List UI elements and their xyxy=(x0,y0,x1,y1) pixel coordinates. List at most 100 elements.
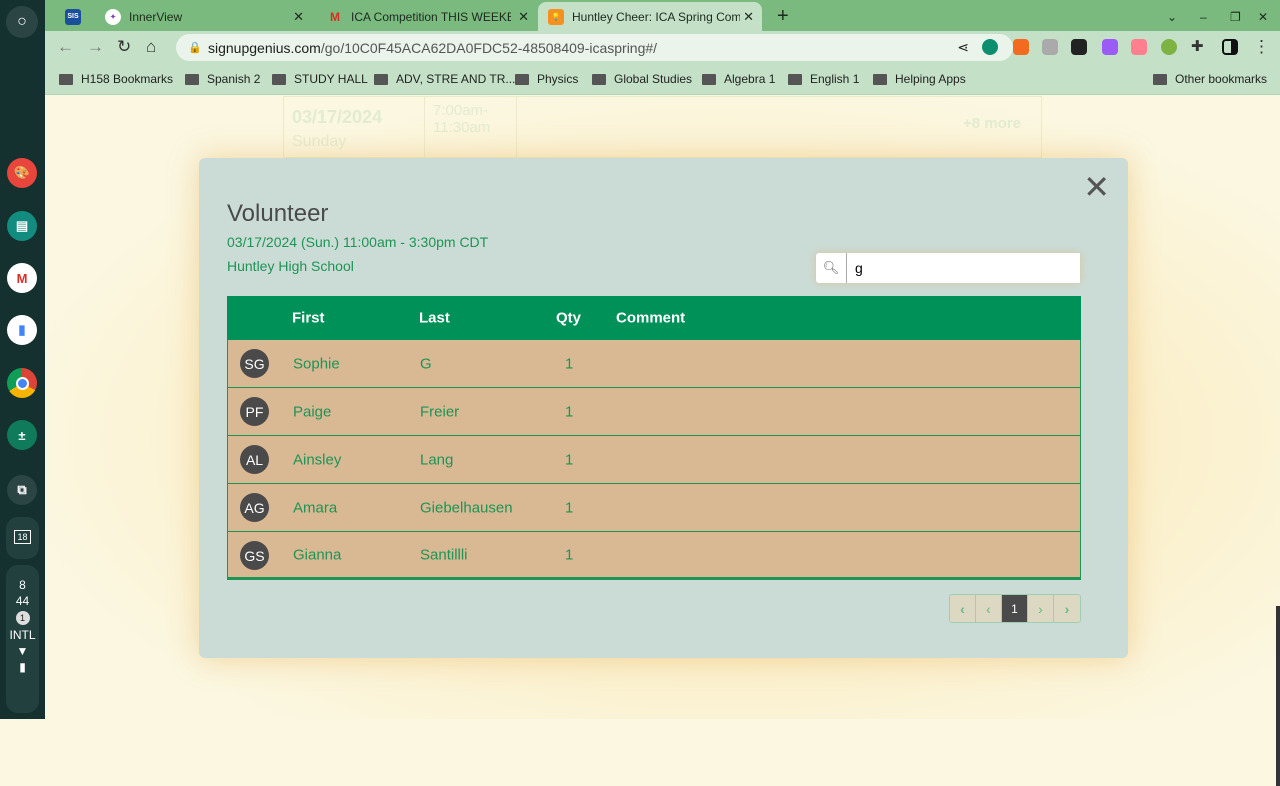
signupgenius-favicon: 💡 xyxy=(548,8,564,25)
last-name: Giebelhausen xyxy=(420,499,513,516)
browser-toolbar: ← → ↻ ⌂ 🔒 signupgenius.com/go/10C0F45ACA… xyxy=(45,31,1280,63)
bookmark-folder[interactable]: STUDY HALL xyxy=(272,72,368,86)
other-bookmarks[interactable]: Other bookmarks xyxy=(1153,72,1267,86)
url-domain: signupgenius.com xyxy=(208,39,321,56)
col-qty: Qty xyxy=(556,309,582,327)
launcher-button[interactable]: ○ xyxy=(6,6,38,38)
close-window-button[interactable]: ✕ xyxy=(1248,2,1278,31)
tab-signupgenius[interactable]: 💡 Huntley Cheer: ICA Spring Comp ✕ xyxy=(538,2,762,31)
tab-search-icon[interactable]: ⌄ xyxy=(1157,2,1187,31)
first-name: Paige xyxy=(293,403,332,420)
status-tray[interactable]: 8 44 1 INTL ▼ ▮ xyxy=(6,565,39,713)
extension-icon[interactable] xyxy=(1042,39,1058,55)
table-row: AG Amara Giebelhausen 1 xyxy=(227,484,1081,532)
bookmark-folder-icon xyxy=(59,73,73,85)
wifi-icon: ▼ xyxy=(16,644,29,658)
search-input[interactable] xyxy=(847,253,1080,283)
calculator-app-icon[interactable]: ± xyxy=(7,420,37,450)
last-page-button[interactable]: › xyxy=(1054,595,1080,622)
pagination: ‹ ‹ 1 › › xyxy=(949,594,1081,623)
background-slot-table: 03/17/2024 Sunday 7:00am-11:30am +8 more xyxy=(283,96,1042,159)
restore-button[interactable]: ❐ xyxy=(1220,2,1251,31)
first-page-button[interactable]: ‹ xyxy=(950,595,976,622)
bookmark-h158[interactable]: H158 Bookmarks xyxy=(59,72,173,86)
first-name: Sophie xyxy=(293,355,340,372)
home-button[interactable]: ⌂ xyxy=(146,37,156,57)
slot-location: Huntley High School xyxy=(227,258,354,274)
lock-icon: 🔒 xyxy=(188,42,202,54)
tab-label: ICA Competition THIS WEEKEND xyxy=(351,9,511,24)
chrome-app-icon[interactable] xyxy=(7,368,37,398)
minimize-button[interactable]: – xyxy=(1190,2,1217,31)
first-name: Gianna xyxy=(293,546,342,563)
folder-icon xyxy=(374,73,388,85)
extension-icon[interactable] xyxy=(1071,39,1087,55)
close-tab-icon[interactable]: ✕ xyxy=(518,9,529,25)
next-page-button[interactable]: › xyxy=(1028,595,1054,622)
slot-datetime: 03/17/2024 (Sun.) 11:00am - 3:30pm CDT xyxy=(227,234,489,250)
bookmarks-bar: H158 Bookmarks Spanish 2 STUDY HALL ADV,… xyxy=(45,63,1280,95)
table-row: PF Paige Freier 1 xyxy=(227,388,1081,436)
table-row: AL Ainsley Lang 1 xyxy=(227,436,1081,484)
back-button[interactable]: ← xyxy=(57,37,74,57)
gmail-app-icon[interactable]: M xyxy=(7,263,37,293)
close-icon[interactable]: ✕ xyxy=(1083,168,1110,206)
bookmark-folder[interactable]: Global Studies xyxy=(592,72,692,86)
new-tab-button[interactable]: + xyxy=(767,2,799,31)
tab-sis[interactable]: SIS xyxy=(55,2,95,31)
share-icon[interactable]: ⋖ xyxy=(957,39,969,56)
page-1-button[interactable]: 1 xyxy=(1002,595,1028,622)
clock-hour: 8 xyxy=(19,578,26,592)
bookmark-folder[interactable]: Helping Apps xyxy=(873,72,966,86)
close-tab-icon[interactable]: ✕ xyxy=(743,9,754,25)
calendar-tray[interactable]: 18 xyxy=(6,517,39,559)
bookmark-folder[interactable]: Spanish 2 xyxy=(185,72,260,86)
bg-day: Sunday xyxy=(292,133,347,150)
notification-badge: 1 xyxy=(15,611,30,625)
sis-favicon: SIS xyxy=(65,8,81,25)
avatar: PF xyxy=(240,397,269,426)
col-first: First xyxy=(292,309,325,327)
menu-kebab-icon[interactable]: ⋮ xyxy=(1253,37,1270,57)
canvas-app-icon[interactable]: 🎨 xyxy=(7,158,37,188)
qty: 1 xyxy=(565,546,574,563)
side-panel-icon[interactable] xyxy=(1222,39,1238,55)
bookmark-folder[interactable]: Physics xyxy=(515,72,578,86)
search-box: 🔍︎ xyxy=(816,253,1080,283)
tab-label: Huntley Cheer: ICA Spring Comp xyxy=(572,9,740,24)
first-name: Ainsley xyxy=(293,451,342,468)
page-scrollbar[interactable] xyxy=(1276,606,1280,786)
extension-icon[interactable] xyxy=(1161,39,1177,55)
tab-gmail[interactable]: M ICA Competition THIS WEEKEND ✕ xyxy=(317,2,537,31)
folder-icon xyxy=(702,73,716,85)
readwrite-extension-icon[interactable] xyxy=(1102,39,1118,55)
bookmark-folder[interactable]: ADV, STRE AND TR... xyxy=(374,72,515,86)
table-header: First Last Qty Comment xyxy=(227,296,1081,340)
tab-innerview[interactable]: ✦ InnerView ✕ xyxy=(95,2,312,31)
forward-button[interactable]: → xyxy=(87,37,104,57)
grammarly-extension-icon[interactable] xyxy=(982,39,998,55)
extension-icon[interactable] xyxy=(1013,39,1029,55)
gmail-favicon: M xyxy=(330,9,340,24)
os-shelf: ○ 🎨 ▤ M ▮ ± ⧉ 18 8 44 1 INTL ▼ ▮ xyxy=(0,0,45,719)
reload-button[interactable]: ↻ xyxy=(117,37,131,57)
bookmark-folder[interactable]: English 1 xyxy=(788,72,859,86)
folder-icon xyxy=(788,73,802,85)
bookmark-folder[interactable]: Algebra 1 xyxy=(702,72,775,86)
close-tab-icon[interactable]: ✕ xyxy=(293,9,304,25)
prev-page-button[interactable]: ‹ xyxy=(976,595,1002,622)
screenshot-icon[interactable]: ⧉ xyxy=(7,475,37,505)
folder-icon xyxy=(592,73,606,85)
classroom-app-icon[interactable]: ▤ xyxy=(7,211,37,241)
search-icon: 🔍︎ xyxy=(816,253,847,283)
bg-time: 7:00am-11:30am xyxy=(424,97,517,159)
battery-icon: ▮ xyxy=(19,660,26,674)
docs-app-icon[interactable]: ▮ xyxy=(7,315,37,345)
avatar: AG xyxy=(240,493,269,522)
extension-icon[interactable] xyxy=(1131,39,1147,55)
address-bar[interactable]: 🔒 signupgenius.com/go/10C0F45ACA62DA0FDC… xyxy=(176,34,1013,61)
volunteer-modal: ✕ Volunteer 03/17/2024 (Sun.) 11:00am - … xyxy=(199,158,1128,658)
tab-bar: SIS ✦ InnerView ✕ M ICA Competition THIS WE… xyxy=(45,0,1280,31)
folder-icon xyxy=(185,73,199,85)
extensions-puzzle-icon[interactable]: ✚ xyxy=(1191,37,1204,55)
